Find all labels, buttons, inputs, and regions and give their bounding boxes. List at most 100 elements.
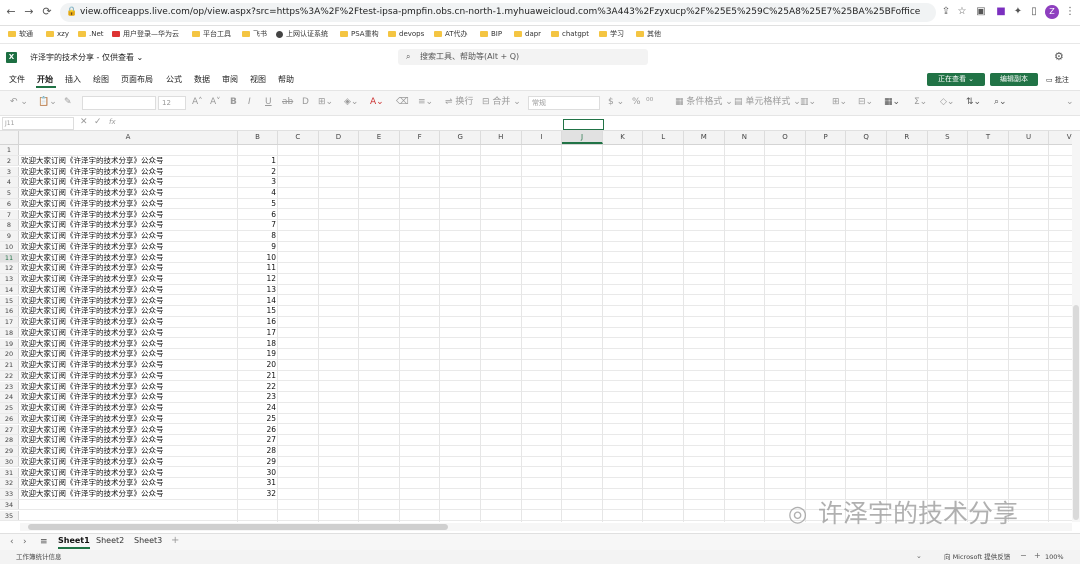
row-header[interactable]: 32 [0,478,19,488]
cell-b[interactable]: 11 [238,263,276,273]
row-header[interactable]: 5 [0,188,19,198]
autosum-icon[interactable]: Σ⌄ [914,96,927,109]
confirm-icon[interactable]: ✓ [94,117,102,128]
font-family-select[interactable] [82,96,156,110]
format-painter-icon[interactable]: ✎ [64,96,72,109]
zoom-level[interactable]: 100% [1045,552,1064,562]
cell-a[interactable]: 欢迎大家订阅《许泽宇的技术分享》公众号 [21,328,236,338]
cell-a[interactable]: 欢迎大家订阅《许泽宇的技术分享》公众号 [21,274,236,284]
decimal-icon[interactable]: ⁰⁰ [646,96,653,109]
cell-b[interactable]: 2 [238,167,276,177]
fx-icon[interactable]: fx [109,117,116,128]
row-header[interactable]: 15 [0,295,19,306]
delete-cells-icon[interactable]: ⊟⌄ [858,96,873,109]
column-header-D[interactable]: D [319,131,360,144]
number-format-select[interactable]: 常规 [528,96,600,110]
vertical-scroll-thumb[interactable] [1073,305,1079,520]
workbook-stats[interactable]: 工作簿统计信息 [16,552,62,562]
cell-a[interactable]: 欢迎大家订阅《许泽宇的技术分享》公众号 [21,317,236,327]
cell-b[interactable]: 25 [238,414,276,424]
sheet-tab-2[interactable]: Sheet2 [96,535,124,547]
column-header-Q[interactable]: Q [846,131,887,144]
tab-view[interactable]: 视图 [250,74,266,86]
bookmark-star-icon[interactable]: ☆ [956,6,968,18]
cell-a[interactable]: 欢迎大家订阅《许泽宇的技术分享》公众号 [21,210,236,220]
bookmark-item[interactable]: xzy [46,28,69,41]
cell-a[interactable]: 欢迎大家订阅《许泽宇的技术分享》公众号 [21,489,236,499]
cell-b[interactable]: 7 [238,220,276,230]
cancel-icon[interactable]: ✕ [80,117,88,128]
row-header[interactable]: 30 [0,456,19,467]
cell-b[interactable]: 6 [238,210,276,220]
row-header[interactable]: 1 [0,145,19,155]
column-header-T[interactable]: T [968,131,1009,144]
tab-data[interactable]: 数据 [194,74,210,86]
cell-a[interactable]: 欢迎大家订阅《许泽宇的技术分享》公众号 [21,414,236,424]
row-header[interactable]: 35 [0,510,19,521]
percent-icon[interactable]: % [632,96,641,109]
row-header[interactable]: 9 [0,231,19,241]
cell-a[interactable]: 欢迎大家订阅《许泽宇的技术分享》公众号 [21,446,236,456]
column-header-I[interactable]: I [522,131,563,144]
row-header[interactable]: 20 [0,349,19,359]
row-header[interactable]: 11 [0,252,19,263]
column-header-C[interactable]: C [278,131,319,144]
cell-b[interactable]: 23 [238,392,276,402]
cell-b[interactable]: 24 [238,403,276,413]
row-header[interactable]: 19 [0,338,19,349]
cell-b[interactable]: 31 [238,478,276,488]
cell-a[interactable]: 欢迎大家订阅《许泽宇的技术分享》公众号 [21,425,236,435]
undo-icon[interactable]: ↶ ⌄ [10,96,28,109]
cell-a[interactable]: 欢迎大家订阅《许泽宇的技术分享》公众号 [21,403,236,413]
cell-a[interactable]: 欢迎大家订阅《许泽宇的技术分享》公众号 [21,177,236,187]
column-header-E[interactable]: E [359,131,400,144]
row-header[interactable]: 27 [0,424,19,435]
cell-a[interactable]: 欢迎大家订阅《许泽宇的技术分享》公众号 [21,468,236,478]
row-header[interactable]: 26 [0,413,19,424]
reload-icon[interactable]: ⟳ [40,5,54,19]
column-header-N[interactable]: N [725,131,766,144]
column-header-U[interactable]: U [1009,131,1050,144]
cell-b[interactable]: 17 [238,328,276,338]
fill-icon[interactable]: ◇⌄ [940,96,954,109]
bookmark-item[interactable]: devops [388,28,424,41]
cell-b[interactable]: 12 [238,274,276,284]
bookmark-item[interactable]: 飞书 [242,28,267,41]
column-header-P[interactable]: P [806,131,847,144]
row-header[interactable]: 10 [0,241,19,252]
cell-b[interactable]: 3 [238,177,276,187]
bookmark-item[interactable]: 学习 [599,28,624,41]
row-header[interactable]: 18 [0,327,19,338]
insert-cells-icon[interactable]: ⊞⌄ [832,96,847,109]
column-header-L[interactable]: L [643,131,684,144]
clear-icon[interactable]: ⌫ [396,96,409,109]
cell-b[interactable]: 8 [238,231,276,241]
select-all-corner[interactable] [0,131,19,144]
grow-font-icon[interactable]: A˄ [192,96,203,109]
sort-filter-icon[interactable]: ⇅⌄ [966,96,981,109]
comment-button[interactable]: ▭ 批注 [1046,74,1069,86]
conditional-format-button[interactable]: ▦ 条件格式 ⌄ [675,96,733,109]
column-header-V[interactable]: V [1049,131,1072,144]
row-header[interactable]: 8 [0,220,19,230]
all-sheets-icon[interactable]: ≡ [40,536,48,548]
cell-b[interactable]: 30 [238,468,276,478]
horizontal-scroll-thumb[interactable] [28,524,448,530]
cell-a[interactable]: 欢迎大家订阅《许泽宇的技术分享》公众号 [21,285,236,295]
cell-a[interactable]: 欢迎大家订阅《许泽宇的技术分享》公众号 [21,167,236,177]
cell-a[interactable]: 欢迎大家订阅《许泽宇的技术分享》公众号 [21,457,236,467]
document-title[interactable]: 许泽宇的技术分享 - 仅供查看 ⌄ [30,52,143,63]
name-box[interactable]: J11 [2,117,74,130]
share-icon[interactable]: ⇪ [940,6,952,18]
column-header-K[interactable]: K [603,131,644,144]
cell-a[interactable]: 欢迎大家订阅《许泽宇的技术分享》公众号 [21,382,236,392]
bookmark-item[interactable]: PSA重构 [340,28,379,41]
row-header[interactable]: 31 [0,467,19,478]
cell-b[interactable]: 21 [238,371,276,381]
cell-a[interactable]: 欢迎大家订阅《许泽宇的技术分享》公众号 [21,435,236,445]
column-header-J[interactable]: J [562,131,603,144]
menu-icon[interactable]: ⋮ [1064,6,1076,18]
active-cell-J11[interactable] [563,119,604,130]
row-header[interactable]: 33 [0,489,19,499]
fill-color-icon[interactable]: ◈⌄ [344,96,358,109]
